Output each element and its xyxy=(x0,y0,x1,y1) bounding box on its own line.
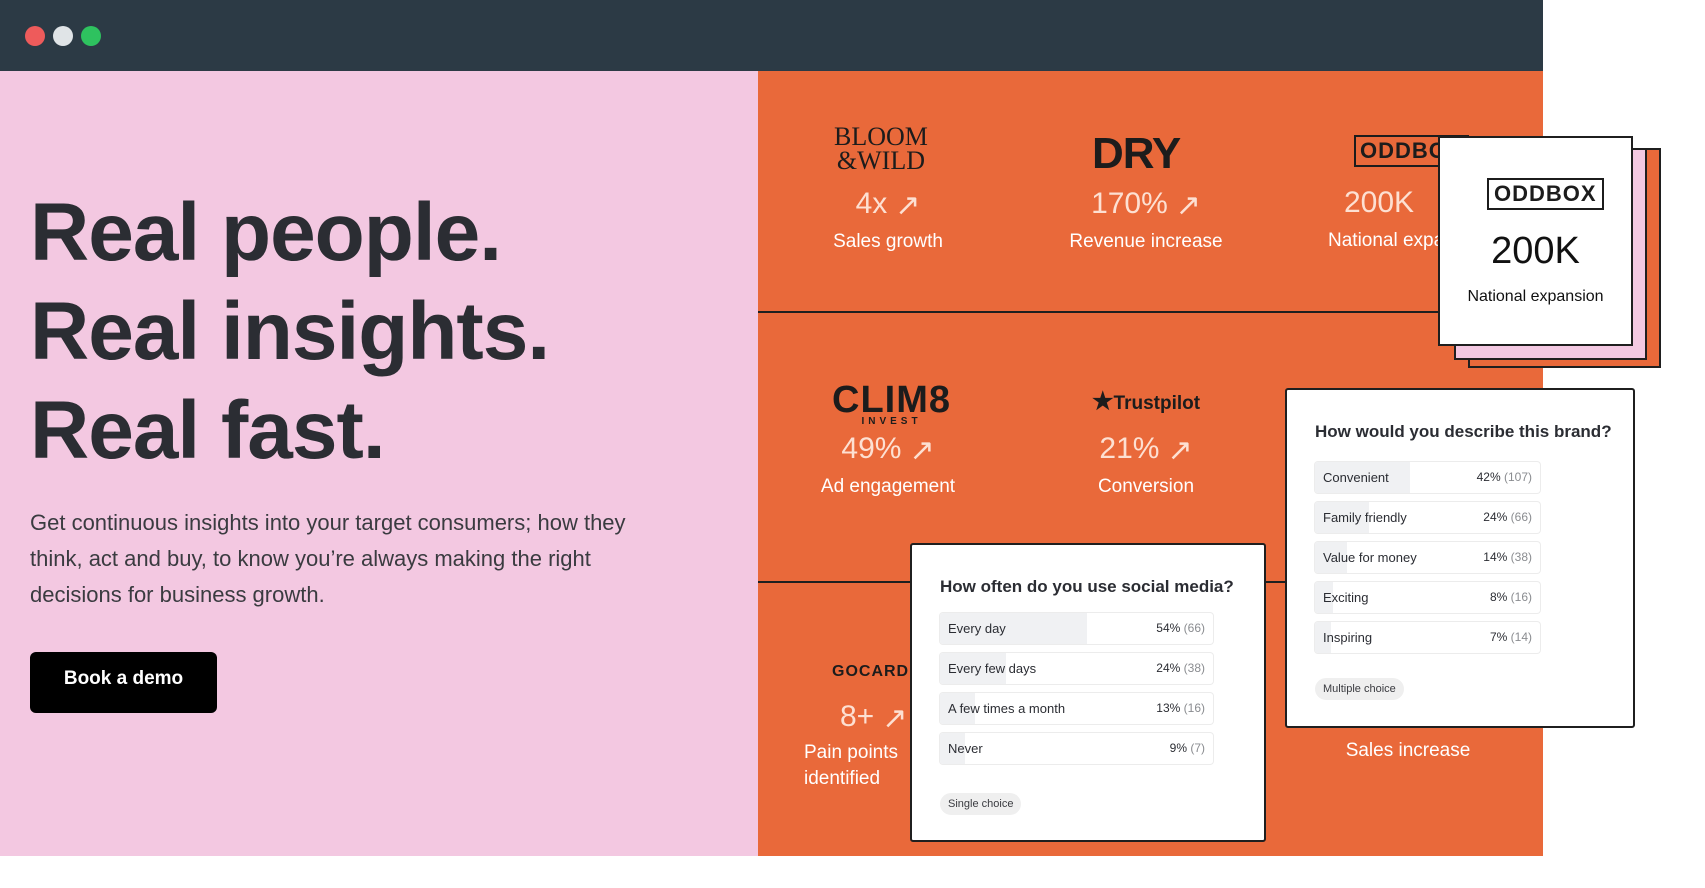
gocardless-logo: GOCARDL xyxy=(832,663,920,680)
arrow-up-right-icon: ↗ xyxy=(909,434,935,467)
poll-option-percent: 24% xyxy=(1483,510,1508,524)
poll-option-value: 8% (16) xyxy=(1490,582,1532,613)
poll-option-label: Value for money xyxy=(1323,550,1417,565)
stat-label: Revenue increase xyxy=(1069,231,1223,252)
poll-option-value: 24% (66) xyxy=(1483,502,1532,533)
poll-option-count: (66) xyxy=(1183,621,1205,635)
oddbox-card-value: 200K xyxy=(1491,230,1580,272)
trustpilot-logo: ★Trustpilot xyxy=(1092,388,1201,415)
poll-option-label: Exciting xyxy=(1323,590,1369,605)
poll-option-count: (38) xyxy=(1183,661,1205,675)
poll-option-label: Every few days xyxy=(948,661,1037,676)
poll-option-row[interactable]: Every day 54% (66) xyxy=(940,613,1213,644)
close-window-button[interactable] xyxy=(25,26,45,46)
bloom-wild-logo: BLOOM &WILD xyxy=(834,122,928,175)
arrow-up-right-icon: ↗ xyxy=(882,702,908,735)
poll-option-count: (107) xyxy=(1503,470,1532,484)
book-demo-button[interactable]: Book a demo xyxy=(30,652,217,713)
poll-option-count: (16) xyxy=(1510,590,1532,604)
arrow-up-right-icon: ↗ xyxy=(895,189,921,222)
poll-option-percent: 7% xyxy=(1489,630,1508,644)
stat-dry: 170% ↗ Revenue increase xyxy=(1016,186,1276,253)
hero-headline: Real people. Real insights. Real fast. xyxy=(30,183,550,480)
dry-logo: DRY xyxy=(1092,129,1181,178)
poll-option-row[interactable]: A few times a month 13% (16) xyxy=(940,693,1213,724)
stat-value: 200K xyxy=(1344,186,1415,219)
headline-line-3: Real fast. xyxy=(30,385,386,476)
oddbox-stat-card: ODDBOX 200K National expansion xyxy=(1438,136,1633,346)
poll-option-label: Every day xyxy=(948,621,1006,636)
poll-option-percent: 42% xyxy=(1476,470,1501,484)
poll-option-count: (16) xyxy=(1183,701,1205,715)
poll-option-value: 7% (14) xyxy=(1490,622,1532,653)
stat-value: 170% xyxy=(1091,187,1168,220)
poll-option-label: Never xyxy=(948,741,983,756)
poll-option-percent: 24% xyxy=(1156,661,1181,675)
poll-option-label: A few times a month xyxy=(948,701,1066,716)
grid-divider xyxy=(758,311,1543,313)
poll-option-percent: 8% xyxy=(1489,590,1508,604)
stat-value: 21% xyxy=(1099,432,1160,465)
poll-option-row[interactable]: Every few days 24% (38) xyxy=(940,653,1213,684)
clim8-logo: CLIM8 INVEST xyxy=(832,379,951,427)
poll-option-row[interactable]: Exciting 8% (16) xyxy=(1315,582,1540,613)
brand-poll-card: How would you describe this brand? Conve… xyxy=(1285,388,1635,728)
single-choice-tag: Single choice xyxy=(940,793,1022,815)
poll-option-value: 24% (38) xyxy=(1156,653,1205,684)
multiple-choice-tag: Multiple choice xyxy=(1315,678,1404,700)
stat-value: 49% xyxy=(841,432,902,465)
stat-value: 4x xyxy=(855,187,888,220)
poll-option-row[interactable]: Never 9% (7) xyxy=(940,733,1213,764)
poll-option-percent: 54% xyxy=(1156,621,1181,635)
poll-option-row[interactable]: Inspiring 7% (14) xyxy=(1315,622,1540,653)
headline-line-1: Real people. xyxy=(30,187,502,278)
star-icon: ★ xyxy=(1092,388,1114,415)
poll-option-count: (38) xyxy=(1510,550,1532,564)
arrow-up-right-icon: ↗ xyxy=(1167,434,1193,467)
poll-option-percent: 13% xyxy=(1156,701,1181,715)
oddbox-card-logo: ODDBOX xyxy=(1487,178,1604,210)
stat-label: Sales growth xyxy=(833,231,943,252)
hero-subtitle: Get continuous insights into your target… xyxy=(30,510,626,607)
stat-bloom-wild: 4x ↗ Sales growth xyxy=(758,186,1018,253)
oddbox-card-label: National expansion xyxy=(1467,288,1604,305)
stat-trustpilot: 21% ↗ Conversion xyxy=(1016,431,1276,498)
minimize-window-button[interactable] xyxy=(53,26,73,46)
poll-option-label: Family friendly xyxy=(1323,510,1407,525)
poll-option-value: 9% (7) xyxy=(1170,733,1205,764)
stat-label: Ad engagement xyxy=(820,476,956,497)
stat-clim8: 49% ↗ Ad engagement xyxy=(758,431,1018,498)
maximize-window-button[interactable] xyxy=(81,26,101,46)
arrow-up-right-icon: ↗ xyxy=(1175,189,1201,222)
poll-option-value: 13% (16) xyxy=(1156,693,1205,724)
poll-option-percent: 14% xyxy=(1483,550,1508,564)
social-poll-card: How often do you use social media? Every… xyxy=(910,543,1266,842)
stat-label: Sales increase xyxy=(1345,740,1471,761)
window-titlebar xyxy=(0,0,1543,71)
poll-option-percent: 9% xyxy=(1169,741,1187,755)
poll-option-label: Inspiring xyxy=(1323,630,1373,645)
poll-option-row[interactable]: Family friendly 24% (66) xyxy=(1315,502,1540,533)
poll-option-count: (14) xyxy=(1510,630,1532,644)
poll-option-row[interactable]: Value for money 14% (38) xyxy=(1315,542,1540,573)
brand-poll-question: How would you describe this brand? xyxy=(1315,422,1612,441)
poll-option-count: (7) xyxy=(1190,741,1205,755)
poll-option-count: (66) xyxy=(1510,510,1532,524)
poll-option-label: Convenient xyxy=(1323,470,1389,485)
poll-option-value: 42% (107) xyxy=(1477,462,1532,493)
social-poll-question: How often do you use social media? xyxy=(940,577,1234,596)
headline-line-2: Real insights. xyxy=(30,286,550,377)
poll-option-row[interactable]: Convenient 42% (107) xyxy=(1315,462,1540,493)
stat-label: Conversion xyxy=(1097,476,1195,497)
poll-option-value: 14% (38) xyxy=(1483,542,1532,573)
poll-option-value: 54% (66) xyxy=(1156,613,1205,644)
stat-value: 8+ xyxy=(840,700,875,733)
